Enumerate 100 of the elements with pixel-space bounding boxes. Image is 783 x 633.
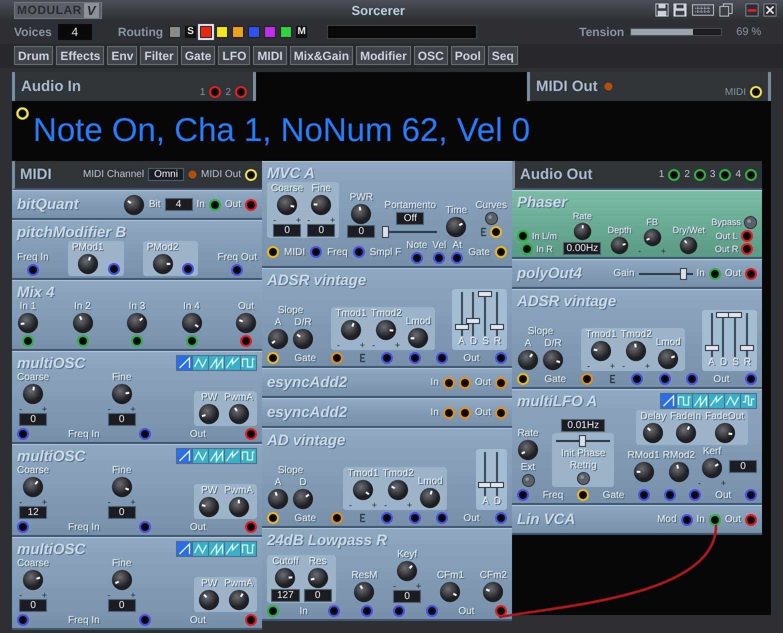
- patch-jack[interactable]: [719, 168, 732, 180]
- knob[interactable]: [419, 487, 442, 509]
- round-button[interactable]: [576, 472, 590, 485]
- patch-jack[interactable]: [267, 605, 279, 617]
- patch-jack[interactable]: [658, 373, 671, 385]
- fader-thumb[interactable]: [490, 324, 504, 330]
- knob[interactable]: [387, 479, 410, 501]
- patch-jack[interactable]: [267, 246, 279, 258]
- slider[interactable]: [556, 435, 610, 447]
- category-button[interactable]: Drum: [14, 46, 54, 65]
- patch-jack[interactable]: [741, 243, 754, 255]
- patch-jack[interactable]: [245, 198, 257, 210]
- category-button[interactable]: OSC: [414, 46, 448, 65]
- patch-jack[interactable]: [76, 335, 88, 347]
- patch-jack[interactable]: [745, 514, 757, 526]
- knob[interactable]: [350, 203, 372, 225]
- patch-jack[interactable]: [436, 352, 448, 364]
- knob[interactable]: [267, 328, 289, 350]
- knob[interactable]: [110, 569, 133, 591]
- patch-jack[interactable]: [631, 373, 644, 385]
- patch-jack[interactable]: [328, 605, 340, 617]
- waveform-button[interactable]: [177, 356, 192, 370]
- save-icon[interactable]: [655, 3, 669, 17]
- knob[interactable]: [679, 236, 698, 255]
- knob[interactable]: [572, 222, 592, 241]
- fader-thumb[interactable]: [454, 324, 468, 330]
- patch-jack[interactable]: [310, 246, 322, 258]
- patch-jack[interactable]: [108, 263, 120, 275]
- category-button[interactable]: MIDI: [253, 46, 287, 65]
- patch-jack[interactable]: [576, 489, 589, 501]
- knob[interactable]: [353, 581, 376, 603]
- knob[interactable]: [375, 319, 398, 341]
- patch-jack[interactable]: [26, 264, 39, 276]
- patch-jack[interactable]: [186, 335, 198, 347]
- patch-jack[interactable]: [245, 428, 257, 440]
- knob[interactable]: [235, 312, 257, 334]
- knob[interactable]: [668, 461, 690, 483]
- knob[interactable]: [714, 422, 736, 444]
- patch-jack[interactable]: [708, 268, 721, 280]
- knob[interactable]: [72, 312, 94, 334]
- knob[interactable]: [292, 488, 314, 510]
- routing-color-swatch[interactable]: [280, 26, 292, 38]
- knob[interactable]: [17, 312, 39, 334]
- patch-jack[interactable]: [689, 489, 702, 501]
- routing-color-swatch[interactable]: [264, 26, 276, 38]
- patch-jack[interactable]: [131, 335, 143, 347]
- patch-jack[interactable]: [240, 335, 252, 347]
- category-button[interactable]: Env: [107, 46, 138, 65]
- copy-icon[interactable]: [719, 3, 733, 17]
- patch-jack[interactable]: [381, 352, 394, 364]
- patch-jack[interactable]: [664, 489, 676, 501]
- patch-jack[interactable]: [182, 263, 194, 275]
- slider-thumb[interactable]: [382, 226, 389, 238]
- knob[interactable]: [642, 422, 664, 444]
- patch-jack[interactable]: [231, 264, 244, 276]
- knob[interactable]: [198, 589, 220, 611]
- patch-jack[interactable]: [352, 246, 365, 258]
- waveform-button[interactable]: [177, 542, 192, 556]
- patch-jack[interactable]: [331, 512, 344, 524]
- patch-jack[interactable]: [517, 489, 529, 501]
- knob[interactable]: [274, 567, 296, 589]
- grid-icon[interactable]: [691, 3, 715, 17]
- category-button[interactable]: Filter: [140, 46, 178, 65]
- knob[interactable]: [407, 327, 430, 349]
- knob[interactable]: [126, 312, 148, 334]
- patch-jack[interactable]: [495, 406, 507, 418]
- patch-jack[interactable]: [458, 406, 471, 418]
- knob[interactable]: [22, 569, 44, 591]
- patch-jack[interactable]: [680, 514, 693, 526]
- patch-jack[interactable]: [517, 230, 529, 242]
- patch-jack[interactable]: [393, 605, 406, 617]
- knob[interactable]: [76, 253, 99, 275]
- knob[interactable]: [352, 479, 374, 501]
- patch-jack[interactable]: [745, 268, 757, 280]
- knob[interactable]: [482, 581, 504, 603]
- slider-thumb[interactable]: [579, 435, 586, 447]
- patch-jack[interactable]: [245, 614, 257, 626]
- knob[interactable]: [292, 328, 314, 350]
- patch-jack[interactable]: [138, 428, 151, 440]
- routing-color-swatch[interactable]: [248, 26, 260, 38]
- patch-jack[interactable]: [744, 373, 757, 385]
- patch-jack[interactable]: [408, 512, 421, 524]
- fader-thumb[interactable]: [740, 345, 754, 352]
- knob[interactable]: [110, 476, 133, 498]
- patch-jack[interactable]: [267, 512, 279, 524]
- knob[interactable]: [110, 383, 133, 405]
- patch-jack[interactable]: [458, 376, 471, 388]
- knob[interactable]: [542, 349, 564, 371]
- patch-jack[interactable]: [267, 352, 279, 364]
- patch-jack[interactable]: [433, 252, 446, 264]
- round-button[interactable]: [522, 474, 534, 487]
- fader-thumb[interactable]: [466, 318, 480, 324]
- patch-jack[interactable]: [517, 373, 529, 385]
- knob[interactable]: [228, 496, 250, 518]
- patch-jack[interactable]: [494, 512, 507, 524]
- slider[interactable]: [638, 268, 693, 280]
- knob[interactable]: [228, 589, 250, 611]
- patch-jack[interactable]: [495, 376, 507, 388]
- routing-letter-button[interactable]: S: [185, 26, 196, 38]
- patch-jack[interactable]: [494, 605, 507, 617]
